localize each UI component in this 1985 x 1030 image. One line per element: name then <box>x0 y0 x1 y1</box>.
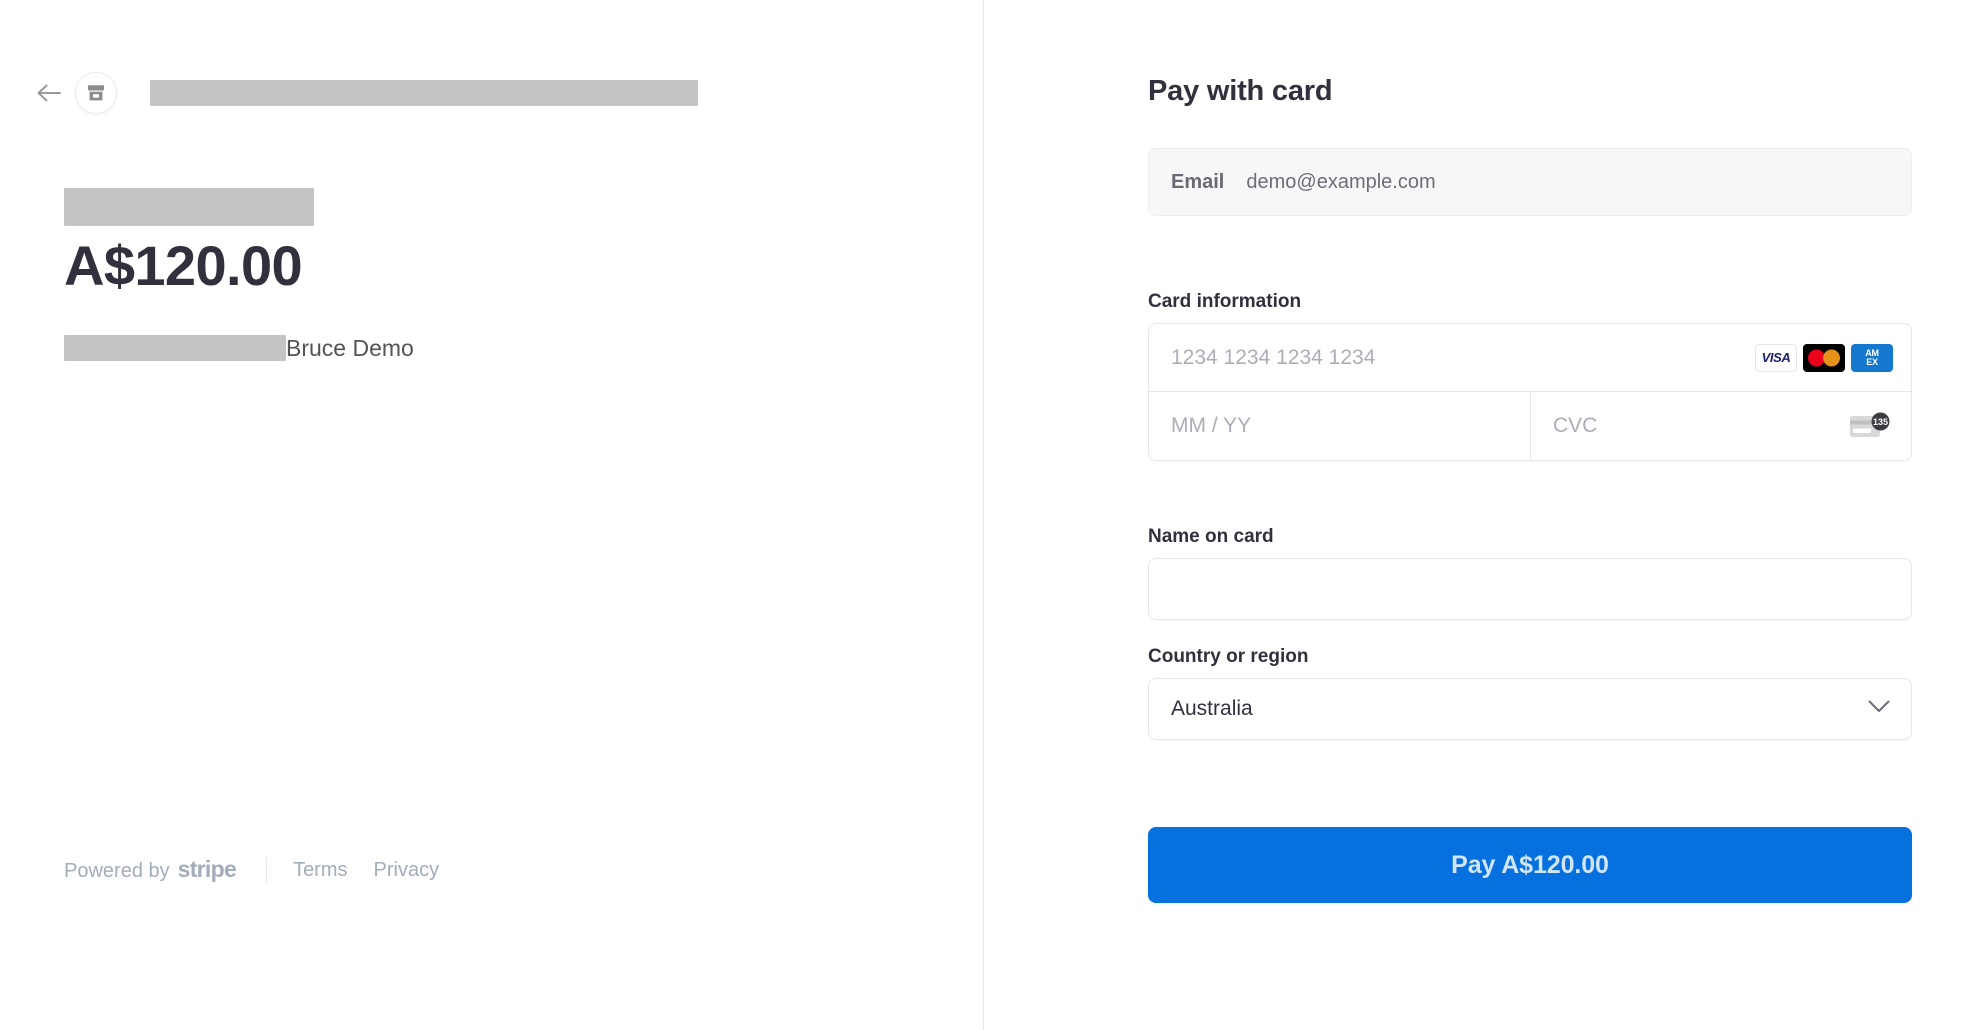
card-cvc-placeholder: CVC <box>1553 414 1598 437</box>
email-value: demo@example.com <box>1246 170 1436 193</box>
cvc-hint-icon: 135 <box>1849 410 1893 442</box>
mastercard-yellow-circle <box>1823 349 1840 366</box>
powered-by-stripe[interactable]: Powered by stripe <box>64 854 237 886</box>
card-information-label: Card information <box>1148 291 1302 312</box>
country-section: Country or region Australia <box>1148 645 1912 740</box>
name-on-card-input[interactable] <box>1148 558 1912 620</box>
visa-icon: VISA <box>1755 343 1797 372</box>
visa-icon-text: VISA <box>1761 350 1791 365</box>
summary-footer: Powered by stripe Terms Privacy <box>64 855 439 885</box>
footer-divider <box>266 857 268 883</box>
pay-button[interactable]: Pay A$120.00 <box>1148 827 1912 903</box>
card-expiry-field[interactable]: MM / YY <box>1149 392 1530 460</box>
amount-label-redaction <box>64 188 314 226</box>
terms-link[interactable]: Terms <box>293 855 347 885</box>
name-on-card-label: Name on card <box>1148 526 1274 547</box>
country-selected-value: Australia <box>1171 697 1253 720</box>
payer-row: Bruce Demo <box>64 333 414 363</box>
country-select[interactable]: Australia <box>1148 678 1912 740</box>
back-arrow-icon[interactable] <box>33 77 65 109</box>
powered-by-label: Powered by <box>64 860 170 882</box>
merchant-header <box>33 72 698 114</box>
email-field[interactable]: Email demo@example.com <box>1148 148 1912 216</box>
stripe-wordmark: stripe <box>177 856 237 882</box>
privacy-link[interactable]: Privacy <box>374 855 440 885</box>
stripe-checkout-page: A$120.00 Bruce Demo Powered by stripe Te… <box>0 0 1985 1030</box>
amount-block: A$120.00 <box>64 188 314 298</box>
store-icon <box>87 85 105 101</box>
amount-value: A$120.00 <box>64 234 303 297</box>
merchant-logo-badge <box>75 72 117 114</box>
card-number-placeholder: 1234 1234 1234 1234 <box>1171 345 1376 369</box>
amex-icon-line2: EX <box>1866 356 1878 367</box>
card-number-row[interactable]: 1234 1234 1234 1234 VISA AM EX <box>1149 324 1911 392</box>
mastercard-icon <box>1803 343 1845 372</box>
country-label: Country or region <box>1148 646 1309 667</box>
amex-icon: AM EX <box>1851 343 1893 372</box>
page-title: Pay with card <box>1148 75 1333 107</box>
card-brand-icons: VISA AM EX <box>1755 343 1893 372</box>
card-cvc-field[interactable]: CVC 135 <box>1530 392 1911 460</box>
svg-text:135: 135 <box>1873 417 1888 427</box>
merchant-name-redaction <box>150 80 698 106</box>
name-on-card-section: Name on card <box>1148 525 1912 620</box>
email-label: Email <box>1171 170 1225 193</box>
card-information-section: Card information 1234 1234 1234 1234 VIS… <box>1148 290 1912 461</box>
payment-form-panel: Pay with card Email demo@example.com Car… <box>984 0 1985 1030</box>
card-expiry-cvc-row: MM / YY CVC 135 <box>1149 392 1911 460</box>
payer-label-redaction <box>64 335 286 361</box>
card-expiry-placeholder: MM / YY <box>1171 414 1252 437</box>
payer-name: Bruce Demo <box>286 335 414 361</box>
order-summary-panel: A$120.00 Bruce Demo Powered by stripe Te… <box>0 0 984 1030</box>
card-input-group: 1234 1234 1234 1234 VISA AM EX MM / YY C… <box>1148 323 1912 461</box>
